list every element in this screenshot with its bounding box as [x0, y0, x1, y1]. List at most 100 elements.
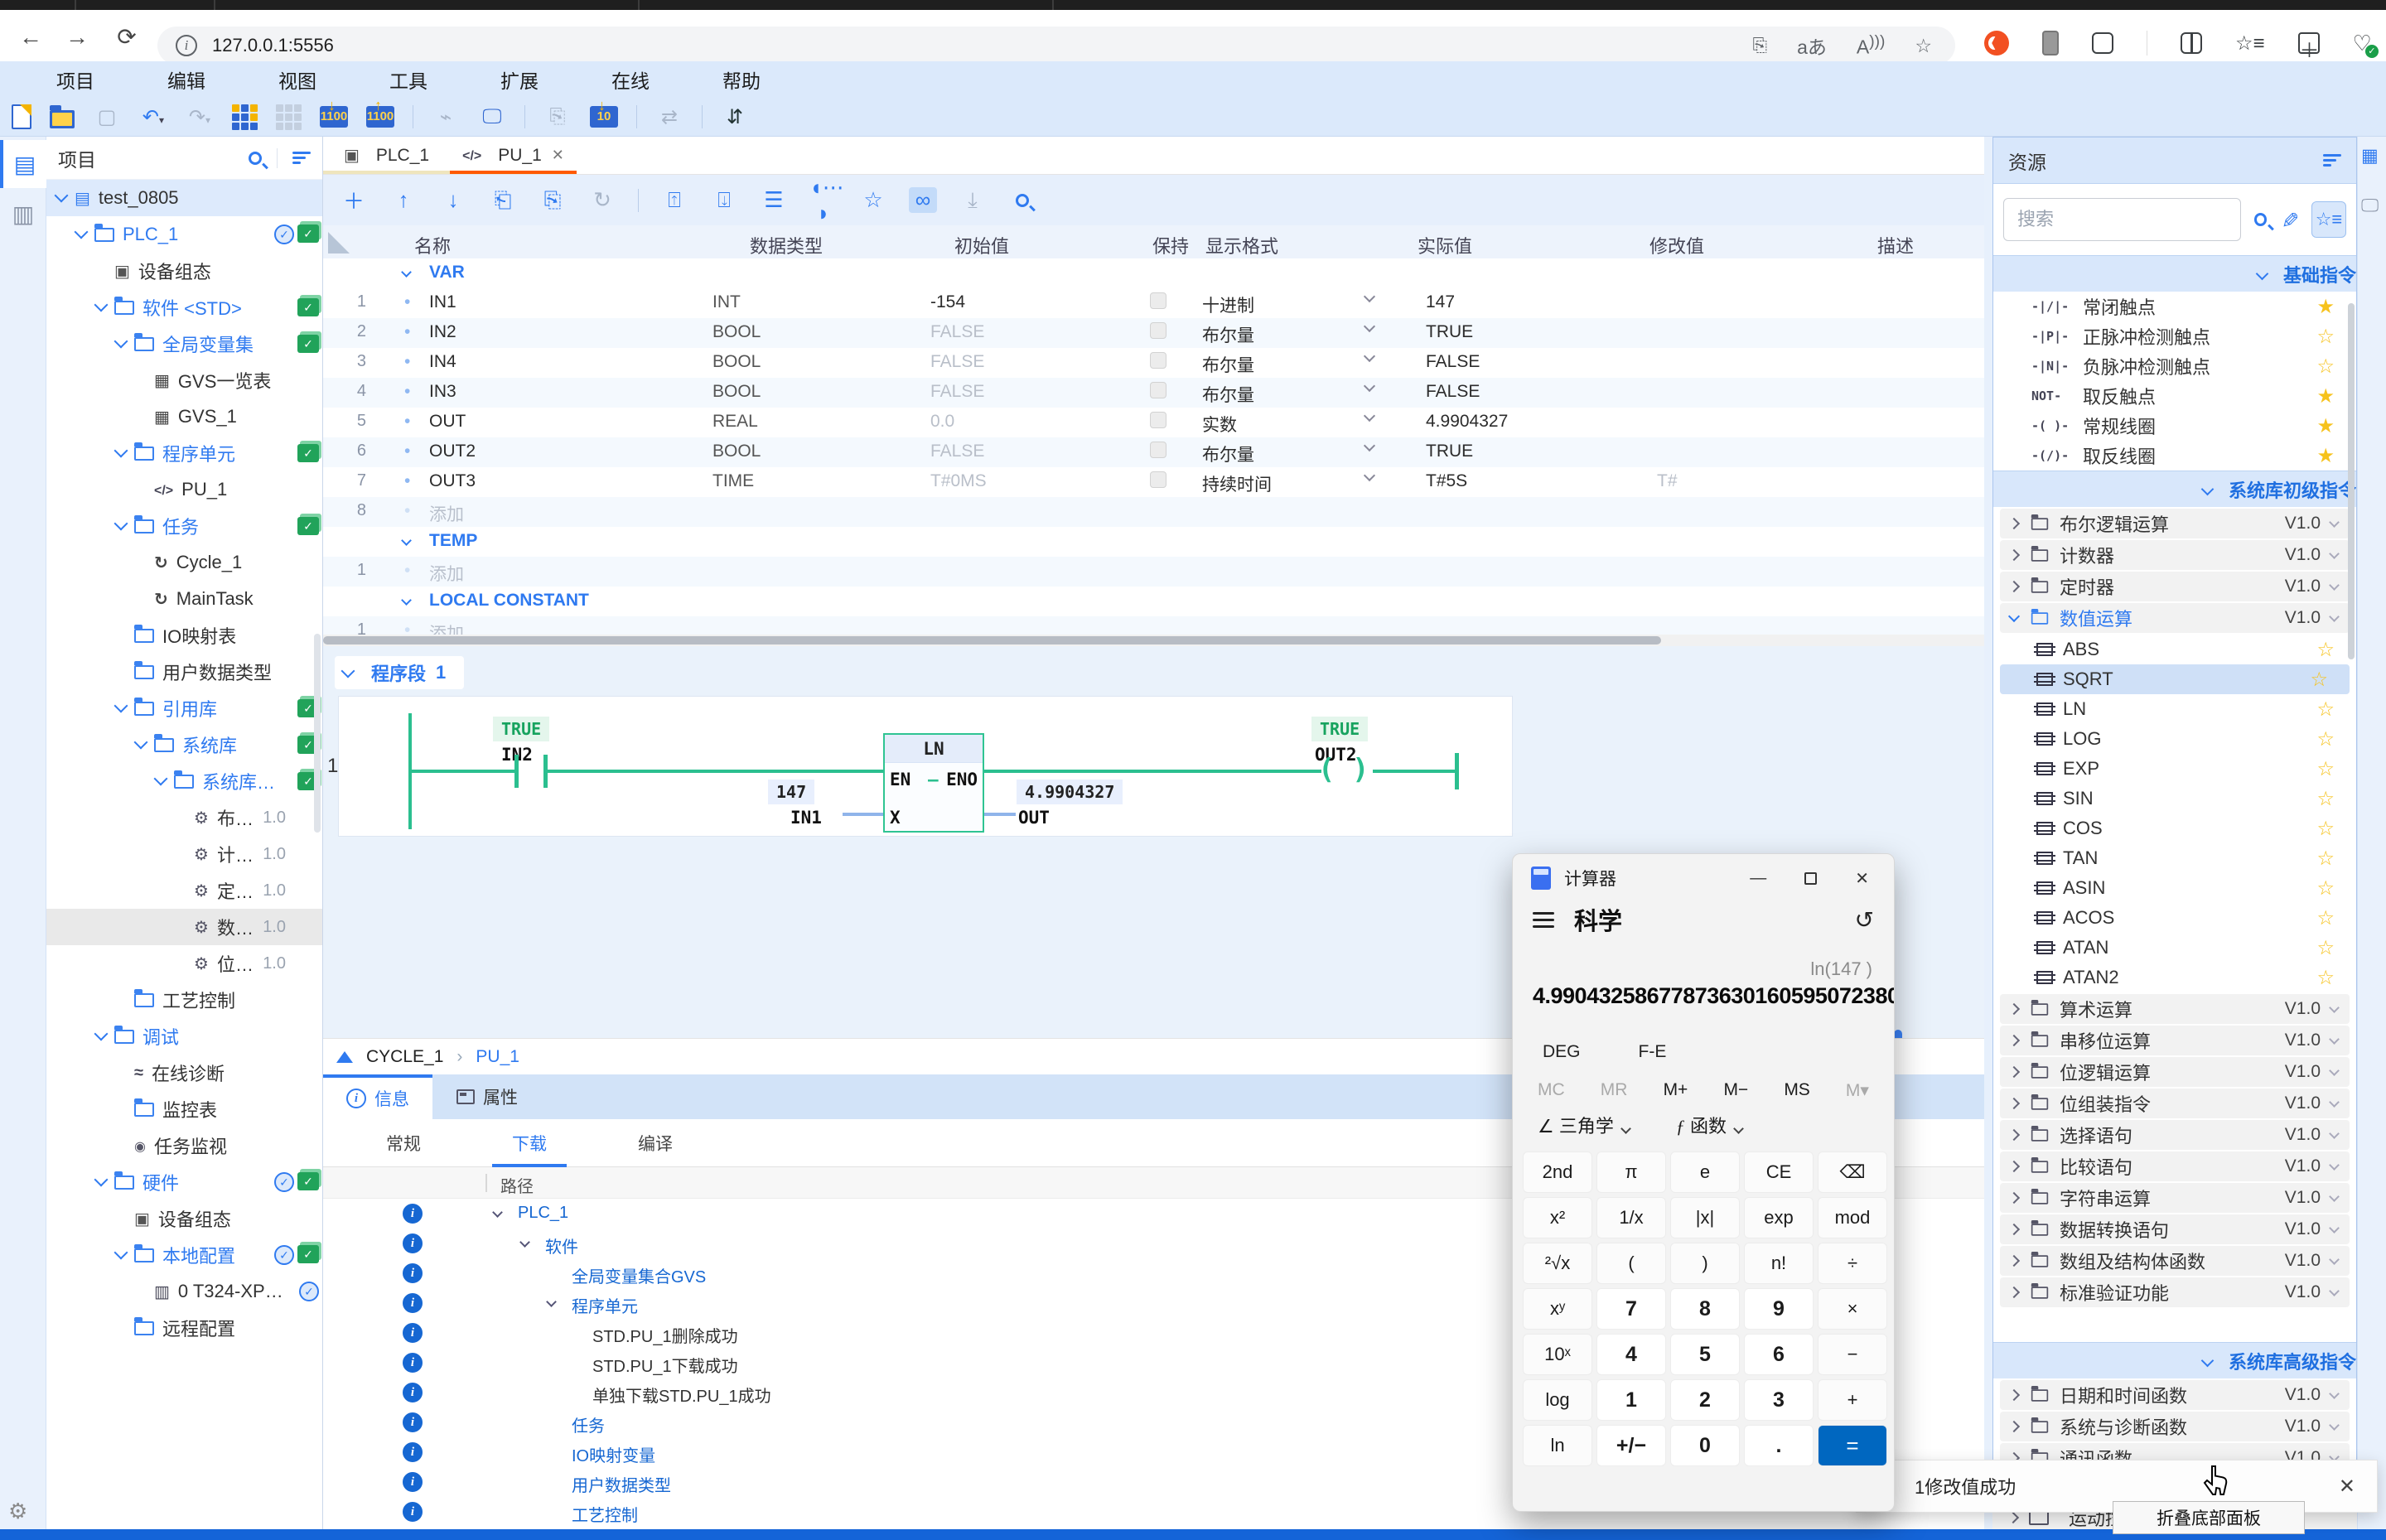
crossref-icon[interactable]: ⇄	[655, 105, 683, 129]
info-row-label[interactable]: IO映射变量	[572, 1442, 655, 1466]
var-init[interactable]: FALSE	[930, 352, 984, 372]
calculator-mode[interactable]: 科学	[1574, 902, 1622, 937]
menu-online[interactable]: 在线	[611, 65, 650, 94]
var-type[interactable]: TIME	[712, 471, 754, 491]
resource-label[interactable]: ABS	[2063, 639, 2099, 660]
resource-row[interactable]: 标准验证功能 V1.0	[2000, 1277, 2350, 1307]
info-row-label[interactable]: STD.PU_1删除成功	[592, 1323, 738, 1347]
history-icon[interactable]: ↺	[1855, 906, 1874, 934]
favorite-star-icon[interactable]: ☆	[2316, 355, 2335, 379]
favorite-star-icon[interactable]: ☆	[1915, 35, 1932, 57]
var-init[interactable]: FALSE	[930, 382, 984, 402]
calc-key[interactable]: .	[1744, 1425, 1814, 1466]
menu-view[interactable]: 视图	[278, 65, 316, 94]
var-type[interactable]: BOOL	[712, 322, 761, 342]
favorite-star-icon[interactable]: ☆	[2316, 757, 2335, 781]
edit-tools-icon[interactable]: ✎	[2277, 210, 2302, 229]
memory-button[interactable]: M+	[1664, 1080, 1688, 1100]
tree-item[interactable]: PLC_1 ✓ ✓	[46, 216, 322, 253]
version-dropdown-icon[interactable]	[2329, 1065, 2340, 1076]
calc-key[interactable]: ×	[1818, 1288, 1887, 1330]
resources-search-icon[interactable]	[2254, 213, 2268, 226]
resource-row[interactable]: -|/|- 常闭触点 ★	[1993, 292, 2356, 321]
minimize-icon[interactable]: —	[1750, 869, 1766, 888]
var-name[interactable]: 添加	[429, 561, 464, 586]
deg-button[interactable]: DEG	[1543, 1042, 1581, 1072]
select-all-corner[interactable]	[328, 232, 350, 253]
var-init[interactable]: FALSE	[930, 322, 984, 342]
coil-icon[interactable]: ( )	[1318, 753, 1369, 786]
expand-chevron-icon[interactable]	[114, 517, 128, 531]
format-dropdown-icon[interactable]	[1364, 380, 1375, 392]
upload-from-plc-icon[interactable]: 1100	[366, 106, 394, 128]
watch-binoculars-icon[interactable]: ∞	[909, 187, 937, 213]
version-dropdown-icon[interactable]	[2329, 548, 2340, 559]
tab-info[interactable]: i信息	[323, 1074, 432, 1119]
refresh-vars-icon[interactable]: ↻	[588, 187, 616, 213]
monitor-icon[interactable]: 🖵	[478, 105, 506, 128]
extension-orange-icon[interactable]	[1984, 31, 2009, 56]
resource-row[interactable]: 日期和时间函数 V1.0	[2000, 1380, 2350, 1410]
format-dropdown-icon[interactable]	[1364, 291, 1375, 302]
settings-gear-icon[interactable]: ⚙	[8, 1499, 27, 1524]
resources-scrollbar[interactable]	[2348, 303, 2355, 659]
folder-chevron-icon[interactable]	[2008, 1287, 2020, 1298]
calc-key[interactable]: ²√x	[1523, 1243, 1592, 1284]
favorite-star-icon[interactable]: ☆	[2316, 847, 2335, 871]
resource-row[interactable]: 布尔逻辑运算 V1.0	[2000, 509, 2350, 538]
resource-label[interactable]: 算术运算	[2060, 996, 2132, 1022]
var-init[interactable]: FALSE	[930, 442, 984, 461]
info-row-label[interactable]: 程序单元	[572, 1293, 638, 1317]
tree-item[interactable]: PU_1 ✓ ✓	[46, 471, 322, 508]
resource-row[interactable]: -|P|- 正脉冲检测触点 ☆	[1993, 321, 2356, 351]
favorite-star-icon[interactable]: ★	[2316, 444, 2335, 468]
device-check-icon[interactable]: 🖵	[2361, 195, 2379, 216]
expand-chevron-icon[interactable]	[94, 1173, 109, 1187]
panels-icon[interactable]: ▦	[2361, 145, 2379, 167]
version-dropdown-icon[interactable]	[2329, 1128, 2340, 1139]
calc-key[interactable]: 8	[1670, 1288, 1740, 1330]
folder-chevron-icon[interactable]	[2008, 1003, 2020, 1015]
resource-label[interactable]: LN	[2063, 698, 2086, 720]
var-name[interactable]: OUT3	[429, 471, 476, 491]
favorites-filter-button[interactable]: ☆≡	[2311, 201, 2346, 238]
expand-chevron-icon[interactable]	[114, 335, 128, 349]
info-row-label[interactable]: 单独下载STD.PU_1成功	[592, 1383, 771, 1407]
folder-chevron-icon[interactable]	[2008, 1066, 2020, 1078]
display-format[interactable]: 布尔量	[1202, 382, 1254, 407]
folder-chevron-icon[interactable]	[2008, 581, 2020, 592]
tree-item[interactable]: 远程配置 ✓ ✓	[46, 1310, 322, 1346]
tree-item[interactable]: 工艺控制 ✓ ✓	[46, 982, 322, 1018]
expand-chevron-icon[interactable]	[134, 736, 148, 750]
modify-value[interactable]: T#	[1657, 471, 1678, 491]
breadcrumb-pu[interactable]: PU_1	[476, 1047, 519, 1067]
memory-button[interactable]: M▾	[1846, 1080, 1869, 1101]
resource-row[interactable]: ATAN2 ☆	[1993, 963, 2356, 992]
download-to-plc-icon[interactable]: 1100	[320, 106, 348, 128]
doc-export-icon[interactable]: ⎘	[543, 105, 572, 128]
folder-chevron-icon[interactable]	[2008, 1255, 2020, 1267]
resource-label[interactable]: 系统库初级指令	[2229, 476, 2356, 503]
variable-row[interactable]: • VAR	[323, 258, 1984, 288]
tree-search-icon[interactable]	[249, 152, 262, 165]
toast-close-icon[interactable]: ✕	[2339, 1475, 2377, 1499]
calc-key[interactable]: 9	[1744, 1288, 1814, 1330]
calc-key[interactable]: 5	[1670, 1334, 1740, 1375]
sort-download-icon[interactable]: ⇵	[721, 105, 749, 129]
variable-row[interactable]: 5 • OUT REAL 0.0 实数 4.9904327	[323, 408, 1984, 437]
tree-item[interactable]: test_0805 ✓ ✓	[46, 180, 322, 216]
breadcrumb-cycle[interactable]: CYCLE_1	[366, 1047, 443, 1067]
calc-key[interactable]: +/−	[1596, 1425, 1666, 1466]
resource-label[interactable]: ASIN	[2063, 877, 2105, 899]
keep-checkbox[interactable]	[1150, 382, 1166, 398]
resource-label[interactable]: ATAN2	[2063, 967, 2119, 988]
browser-essentials-icon[interactable]: ♡	[2353, 31, 2372, 56]
battery-extension-icon[interactable]	[2042, 31, 2059, 56]
folder-chevron-icon[interactable]	[2008, 1224, 2020, 1235]
calc-key[interactable]: 4	[1596, 1334, 1666, 1375]
info-row-label[interactable]: PLC_1	[518, 1204, 568, 1223]
tree-item[interactable]: 定时器 1.0 ✓ ✓	[46, 872, 322, 909]
tree-item[interactable]: 设备组态 ✓ ✓	[46, 1200, 322, 1237]
display-format[interactable]: 持续时间	[1202, 471, 1272, 496]
folder-chevron-icon[interactable]	[2008, 1389, 2020, 1401]
